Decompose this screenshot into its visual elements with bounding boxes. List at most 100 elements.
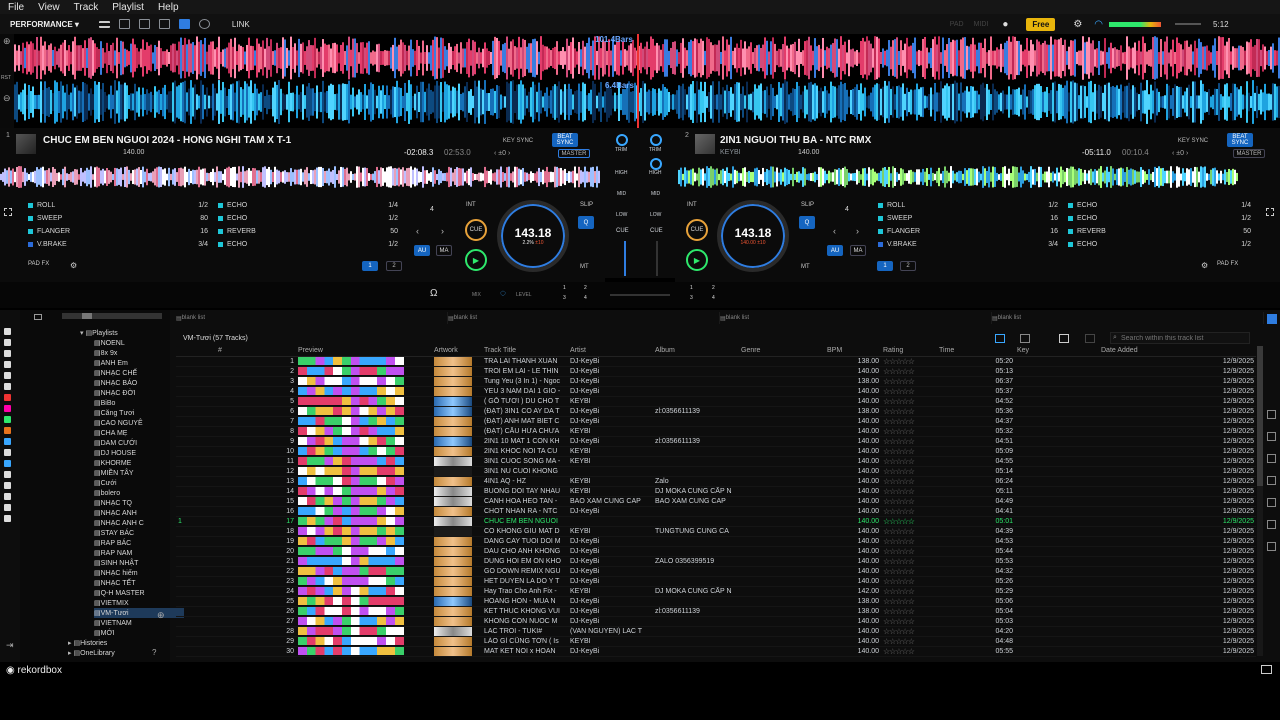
track-rating[interactable]: ☆☆☆☆☆ <box>881 596 937 607</box>
track-rating[interactable]: ☆☆☆☆☆ <box>881 436 937 447</box>
col-artwork[interactable]: Artwork <box>432 346 482 357</box>
deck2-quantize-button[interactable]: Q <box>799 216 815 229</box>
menu-file[interactable]: File <box>8 2 24 13</box>
playlist-item[interactable]: ▤ VM-Tươi <box>94 608 184 618</box>
playlist-item[interactable]: ▤ CHA MẸ <box>94 428 170 438</box>
pane-tab[interactable]: ▤ blank list <box>448 312 720 324</box>
preview-waveform[interactable] <box>296 456 432 467</box>
tool-icon[interactable] <box>1267 542 1276 551</box>
preview-waveform[interactable] <box>296 506 432 517</box>
source-icon[interactable] <box>4 515 11 522</box>
table-row[interactable]: 6 (ĐẠT) 3IN1 CO AY DA T DJ-KeyBi zl:0356611… <box>176 406 1256 417</box>
track-rating[interactable]: ☆☆☆☆☆ <box>881 536 937 547</box>
table-row[interactable]: 9 2IN1 10 MAT 1 CON KH DJ-KeyBi zl:03566111… <box>176 436 1256 447</box>
tree-collapse-icon[interactable] <box>34 314 42 320</box>
playlist-item[interactable]: ▤ NHẠC ANH C <box>94 518 170 528</box>
track-rating[interactable]: ☆☆☆☆☆ <box>881 466 937 477</box>
table-row[interactable]: 3 Tung Yeu (3 In 1) - Ngoc DJ-KeyBi 138.00 ☆… <box>176 376 1256 387</box>
table-row[interactable]: 4 YEU 3 NAM DAI 1 GIO - DJ-KeyBi 140.00 ☆☆☆☆… <box>176 386 1256 397</box>
track-rating[interactable]: ☆☆☆☆☆ <box>881 396 937 407</box>
deck1-jog-wheel[interactable]: 143.18 2.2% ±10 <box>497 200 569 272</box>
preview-waveform[interactable] <box>296 436 432 447</box>
preview-waveform[interactable] <box>296 536 432 547</box>
help-icon[interactable]: ? <box>152 648 156 657</box>
deck1-beatjump[interactable]: ‹ ±0 › <box>494 150 510 157</box>
deck1-overview-waveform[interactable] <box>0 166 600 188</box>
fx-icon[interactable] <box>178 19 190 29</box>
preview-waveform[interactable] <box>296 356 432 367</box>
menu-help[interactable]: Help <box>158 2 179 13</box>
preview-waveform[interactable] <box>296 366 432 377</box>
track-rating[interactable]: ☆☆☆☆☆ <box>881 516 937 527</box>
playlist-item[interactable]: ▤ VIETMIX <box>94 598 170 608</box>
source-icon[interactable] <box>4 460 11 467</box>
playlist-item[interactable]: ▤ MIỀN TÂY <box>94 468 170 478</box>
source-icon[interactable] <box>4 394 11 401</box>
deck2-enlarged-waveform[interactable] <box>14 80 1280 124</box>
deck2-beatjump[interactable]: ‹ ±0 › <box>1172 150 1188 157</box>
search-input[interactable] <box>1110 332 1250 344</box>
table-row[interactable]: 5 ( GỖ TƯƠI ) DU CHO T KEYBI 140.00 ☆☆☆☆☆ 04:… <box>176 396 1256 407</box>
deck2-manual-button[interactable]: MA <box>850 245 866 256</box>
tool-icon[interactable] <box>1267 410 1276 419</box>
ch1-trim-knob[interactable] <box>616 134 628 146</box>
fx-slot[interactable]: ROLL 1/2 <box>878 199 1058 212</box>
fx-slot[interactable]: ECHO 1/4 <box>1068 199 1251 212</box>
track-rating[interactable]: ☆☆☆☆☆ <box>881 406 937 417</box>
playlist-item[interactable]: ▤ NHẠC BÁO <box>94 378 170 388</box>
source-icon[interactable] <box>4 383 11 390</box>
preview-waveform[interactable] <box>296 426 432 437</box>
track-rating[interactable]: ☆☆☆☆☆ <box>881 446 937 457</box>
table-row[interactable]: 18 CO KHONG GIU MAT D KEYBI TUNGTUNG CUNG C… <box>176 526 1256 537</box>
tool-icon[interactable] <box>1267 520 1276 529</box>
source-icon[interactable] <box>4 438 11 445</box>
track-rating[interactable]: ☆☆☆☆☆ <box>881 486 937 497</box>
headphones-cue-icon[interactable]: Ω <box>430 288 437 299</box>
fx-slot[interactable]: REVERB 50 <box>1068 225 1251 238</box>
deck1-quantize-beats[interactable]: 4 <box>430 206 434 213</box>
source-icon[interactable] <box>4 493 11 500</box>
ch2-trim-knob[interactable] <box>650 134 662 146</box>
track-rating[interactable]: ☆☆☆☆☆ <box>881 376 937 387</box>
layout-icon[interactable] <box>98 20 110 28</box>
preview-waveform[interactable] <box>296 606 432 617</box>
deck1-quantize-button[interactable]: Q <box>578 216 594 229</box>
table-row[interactable]: 11 3IN1 CUOC SONG MA - KEYBI 140.00 ☆☆☆☆☆ 04:… <box>176 456 1256 467</box>
playlist-item[interactable]: ▤ Cưới <box>94 478 170 488</box>
preview-waveform[interactable] <box>296 526 432 537</box>
table-row[interactable]: 8 (ĐẠT) CẦU HỨA CHƯA KEYBI 140.00 ☆☆☆☆☆ 05:32… <box>176 426 1256 437</box>
track-rating[interactable]: ☆☆☆☆☆ <box>881 586 937 597</box>
source-icon[interactable] <box>4 471 11 478</box>
link-button[interactable]: LINK <box>232 20 250 29</box>
source-icon[interactable] <box>4 372 11 379</box>
playlist-item[interactable]: ▤ DJ HOUSE <box>94 448 170 458</box>
preview-waveform[interactable] <box>296 576 432 587</box>
fx-slot[interactable]: SWEEP 80 <box>28 212 208 225</box>
track-rating[interactable]: ☆☆☆☆☆ <box>881 366 937 377</box>
track-rating[interactable]: ☆☆☆☆☆ <box>881 526 937 537</box>
playlist-item[interactable]: ▤ NHẠC hiếm <box>94 568 170 578</box>
fx-slot[interactable]: FLANGER 16 <box>28 225 208 238</box>
track-rating[interactable]: ☆☆☆☆☆ <box>881 506 937 517</box>
playlist-item[interactable]: ▤ NOENL <box>94 338 170 348</box>
fx-slot[interactable]: V.BRAKE 3/4 <box>28 238 208 251</box>
track-rating[interactable]: ☆☆☆☆☆ <box>881 636 937 647</box>
table-row[interactable]: 24 Hay Trao Cho Anh Fix - KEYBI DJ MOKA CUN… <box>176 586 1256 597</box>
deck1-key-sync-button[interactable]: KEY SYNC <box>500 136 536 146</box>
deck2-cue-button[interactable]: CUE <box>686 219 708 241</box>
playlist-item[interactable]: ▤ ANH Em <box>94 358 170 368</box>
browser-toggle-icon[interactable] <box>1267 314 1277 324</box>
deck1-master-button[interactable]: MASTER <box>558 149 590 158</box>
source-icon[interactable] <box>4 405 11 412</box>
col-track-title[interactable]: Track Title <box>482 346 568 357</box>
reset-button[interactable]: RST <box>1 75 13 81</box>
preview-waveform[interactable] <box>296 596 432 607</box>
table-row[interactable]: 20 DAU CHO ANH KHONG DJ-KeyBi 140.00 ☆☆☆☆☆ 05… <box>176 546 1256 557</box>
deck1-beatloop-prev[interactable]: ‹ <box>416 226 419 236</box>
table-row[interactable]: 22 GO DOWN REMIX NGU DJ-KeyBi 140.00 ☆☆☆☆☆ 04… <box>176 566 1256 577</box>
fx-slot[interactable]: FLANGER 16 <box>878 225 1058 238</box>
mixer-icon[interactable] <box>138 19 150 29</box>
deck1-cue-button[interactable]: CUE <box>465 219 487 241</box>
ch2-high-knob[interactable] <box>650 158 662 170</box>
view-columns-icon[interactable] <box>1059 334 1069 343</box>
